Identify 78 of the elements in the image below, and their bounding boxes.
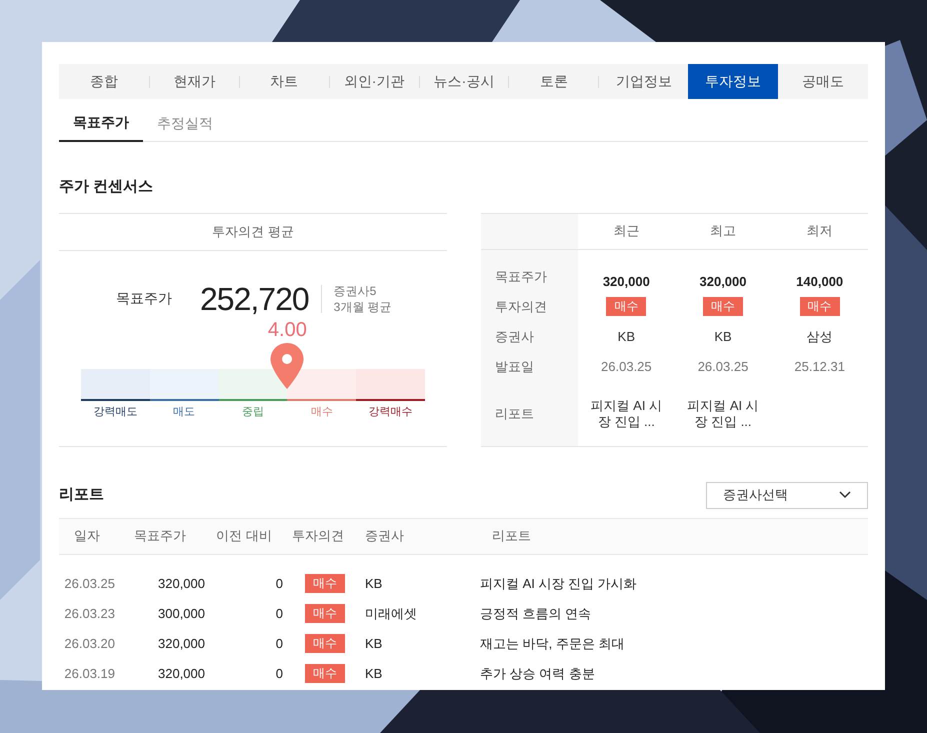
report-link[interactable]: 재고는 바닥, 주문은 최대 (480, 634, 624, 654)
target-price: 320,000 (602, 273, 650, 291)
tab[interactable]: 기업정보 (599, 64, 688, 99)
broker-name: KB (714, 328, 732, 346)
gauge-reading: 4.00 (268, 318, 307, 340)
report-link[interactable]: 피지컬 AI 시장 진입 ... (683, 398, 763, 430)
column-header: 최근 (613, 222, 640, 240)
broker-name: 미래에셋 (364, 604, 417, 623)
opinion-badge: 매수 (305, 574, 345, 593)
sub-tab[interactable]: 목표주가 (59, 105, 143, 142)
tab[interactable]: 뉴스·공시 (420, 64, 508, 99)
opinion-badge: 매수 (800, 297, 840, 316)
tab[interactable]: 현재가 (150, 64, 239, 99)
target-price: 320,000 (157, 664, 205, 683)
row-label: 리포트 (495, 404, 534, 423)
column-header: 이전 대비 (215, 527, 273, 546)
target-price: 320,000 (157, 574, 205, 593)
target-price: 320,000 (157, 634, 205, 653)
column-header: 일자 (73, 527, 101, 546)
report-link[interactable]: 피지컬 AI 시장 진입 ... (586, 398, 666, 430)
broker-name: 삼성 (806, 328, 833, 346)
column-header: 목표주가 (133, 527, 187, 546)
panel-heading: 투자의견 평균 (212, 222, 294, 241)
report-date: 26.03.19 (63, 664, 115, 683)
report-date: 26.03.23 (63, 604, 115, 623)
average-period: 3개월 평균 (334, 298, 392, 314)
sub-tab[interactable]: 추정실적 (143, 105, 227, 142)
column-header: 증권사 (364, 527, 405, 546)
report-link[interactable]: 피지컬 AI 시장 진입 가시화 (480, 574, 637, 594)
report-date: 25.12.31 (794, 358, 845, 376)
row-label: 증권사 (495, 328, 534, 346)
tab[interactable]: 외인·기관 (330, 64, 419, 99)
target-price: 140,000 (796, 273, 844, 291)
price-change: 0 (274, 574, 283, 593)
opinion-badge: 매수 (305, 604, 345, 623)
report-link[interactable]: 긍정적 흐름의 연속 (480, 604, 592, 624)
target-price: 320,000 (700, 273, 746, 291)
broker-name: KB (364, 574, 382, 593)
section-title: 리포트 (59, 484, 104, 505)
report-date: 26.03.25 (601, 358, 652, 376)
gauge-label: 매수 (310, 404, 333, 420)
column-header: 최저 (806, 222, 833, 240)
report-date: 26.03.25 (698, 358, 748, 376)
opinion-badge: 매수 (305, 664, 345, 683)
row-label: 투자의견 (495, 298, 547, 316)
target-price-value: 252,720 (200, 280, 309, 318)
row-label: 목표주가 (495, 268, 547, 286)
column-header: 투자의견 (291, 527, 345, 546)
column-header: 리포트 (491, 527, 532, 546)
tab[interactable]: 공매도 (778, 64, 868, 99)
target-price: 300,000 (157, 604, 205, 623)
tab[interactable]: 차트 (240, 64, 329, 99)
gauge-label: 중립 (242, 404, 264, 420)
target-price-label: 목표주가 (116, 289, 172, 308)
gauge-label: 강력매수 (368, 404, 413, 420)
opinion-badge: 매수 (305, 634, 345, 653)
price-change: 0 (274, 664, 283, 683)
tab[interactable]: 투자정보 (688, 64, 778, 99)
broker-name: KB (364, 634, 382, 653)
broker-name: KB (618, 328, 635, 346)
report-date: 26.03.25 (63, 574, 115, 593)
tab[interactable]: 종합 (59, 64, 149, 99)
chevron-down-icon (839, 491, 851, 499)
opinion-badge: 매수 (606, 297, 646, 316)
broker-select-dropdown[interactable]: 증권사선택 (706, 482, 868, 508)
opinion-badge: 매수 (703, 297, 743, 316)
price-change: 0 (274, 604, 283, 623)
tab[interactable]: 토론 (509, 64, 598, 99)
gauge-label: 매도 (173, 404, 196, 420)
report-link[interactable]: 추가 상승 여력 충분 (480, 664, 595, 684)
column-header: 최고 (710, 222, 736, 240)
broker-count: 증권사5 (334, 282, 378, 298)
report-date: 26.03.20 (63, 634, 115, 653)
gauge-label: 강력매도 (93, 404, 138, 420)
price-change: 0 (274, 634, 283, 653)
section-title: 주가 컨센서스 (59, 177, 154, 197)
broker-name: KB (364, 664, 382, 683)
row-label: 발표일 (495, 358, 534, 376)
